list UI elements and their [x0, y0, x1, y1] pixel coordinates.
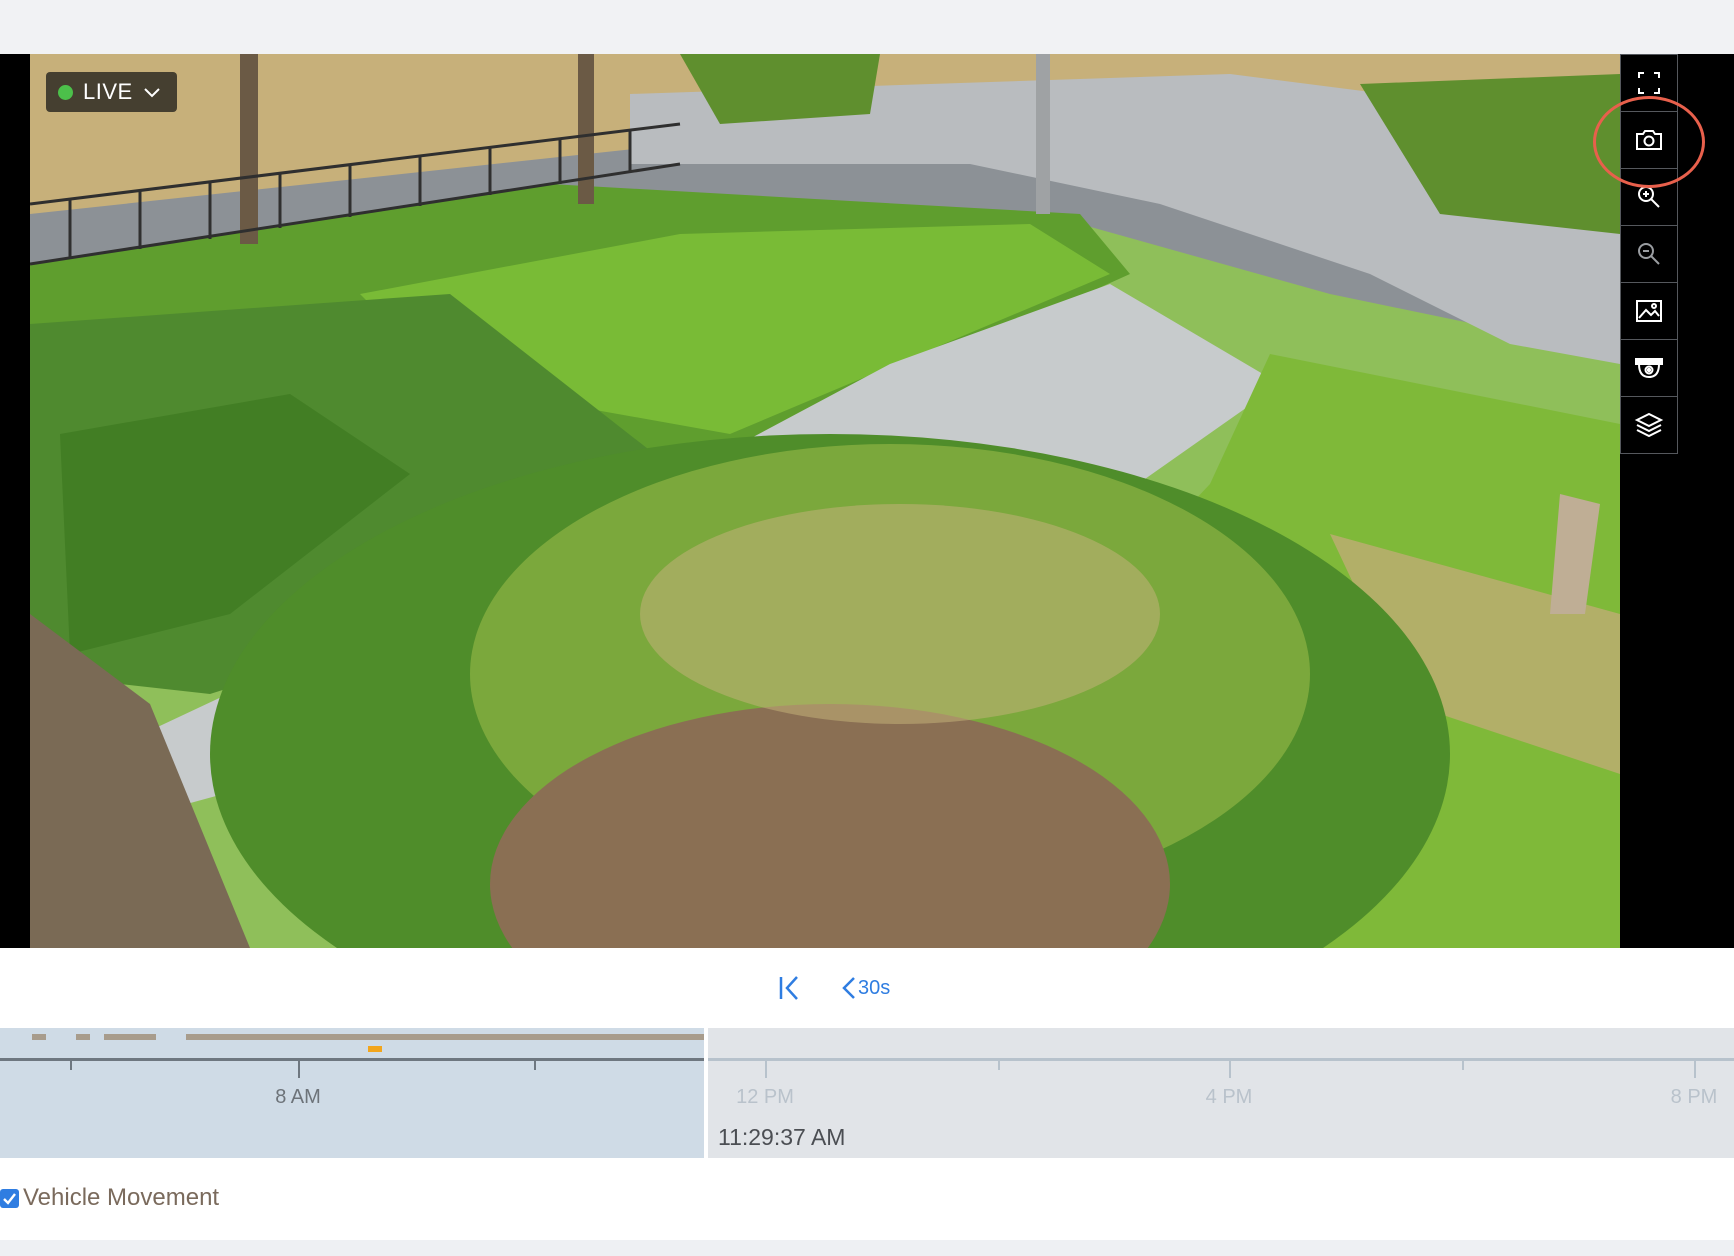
timeline-hour-label: 8 AM — [275, 1086, 321, 1108]
timeline-recorded-region — [0, 1028, 704, 1158]
layers-button[interactable] — [1620, 396, 1678, 454]
vehicle-movement-checkbox[interactable] — [0, 1188, 19, 1208]
timeline-hour-tick — [1229, 1058, 1231, 1078]
top-bar — [0, 0, 1734, 54]
timeline-motion-event — [368, 1046, 382, 1052]
skip-to-start-icon — [779, 976, 798, 1000]
timeline-hour-label: 12 PM — [736, 1086, 794, 1108]
status-dot — [58, 84, 73, 100]
back-30s-label: 30s — [858, 976, 891, 999]
zoom-in-icon — [1638, 186, 1660, 208]
back-30s-button[interactable]: 30s — [840, 968, 900, 1008]
timeline-event-segment — [104, 1034, 156, 1040]
snapshot-button[interactable] — [1620, 111, 1678, 169]
zoom-in-button[interactable] — [1620, 168, 1678, 226]
checkmark-icon — [3, 1192, 16, 1205]
chevron-left-icon — [842, 977, 855, 999]
timeline-hour-label: 8 PM — [1670, 1086, 1718, 1108]
playback-controls: 30s — [0, 948, 1734, 1028]
camera-icon — [1636, 130, 1662, 150]
timeline-minor-tick — [534, 1058, 536, 1070]
timeline-current-time: 11:29:37 AM — [718, 1124, 846, 1150]
timeline-axis-past — [0, 1058, 704, 1061]
timeline-minor-tick — [1462, 1058, 1464, 1070]
timeline-event-segment — [186, 1034, 704, 1040]
timeline-axis-future — [708, 1058, 1734, 1061]
live-label: LIVE — [83, 79, 133, 104]
timeline-hour-tick — [298, 1058, 300, 1078]
fullscreen-icon — [1638, 72, 1660, 94]
fullscreen-button[interactable] — [1620, 54, 1678, 112]
camera-feed-image — [30, 54, 1620, 948]
image-icon — [1636, 300, 1662, 322]
timeline-hour-label: 4 PM — [1205, 1086, 1253, 1108]
live-selector[interactable]: LIVE — [46, 72, 177, 112]
camera-toolbar — [1620, 54, 1678, 454]
timeline-hour-tick — [1694, 1058, 1696, 1078]
timeline-minor-tick — [998, 1058, 1000, 1070]
dome-camera-icon — [1635, 358, 1663, 379]
video-player[interactable]: LIVE — [0, 54, 1734, 948]
layers-icon — [1634, 412, 1664, 438]
timeline-now-marker — [704, 1028, 708, 1158]
filter-vehicle-movement[interactable]: Vehicle Movement — [0, 1184, 219, 1212]
camera-ptz-button[interactable] — [1620, 339, 1678, 397]
timeline-hour-tick — [765, 1058, 767, 1078]
timeline-event-segment — [76, 1034, 90, 1040]
image-settings-button[interactable] — [1620, 282, 1678, 340]
filter-label: Vehicle Movement — [23, 1184, 220, 1211]
skip-to-start-button[interactable] — [770, 968, 810, 1008]
timeline[interactable]: 8 AM 12 PM 4 PM 8 PM 11:29:37 AM — [0, 1028, 1734, 1158]
chevron-down-icon — [143, 88, 160, 98]
zoom-out-icon — [1638, 243, 1660, 265]
timeline-minor-tick — [70, 1058, 72, 1070]
event-filters: Vehicle Movement — [0, 1158, 1734, 1240]
timeline-event-segment — [32, 1034, 46, 1040]
bottom-bar — [0, 1240, 1734, 1256]
zoom-out-button[interactable] — [1620, 225, 1678, 283]
